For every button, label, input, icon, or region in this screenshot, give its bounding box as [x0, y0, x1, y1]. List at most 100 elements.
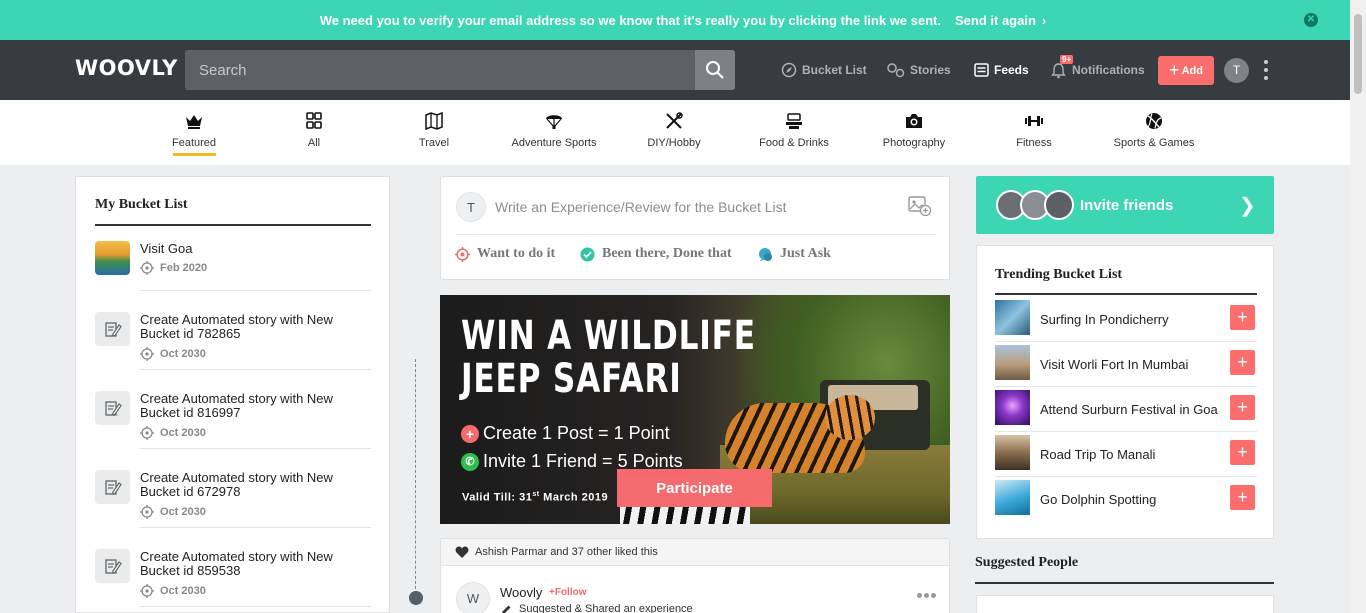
- composer-input[interactable]: Write an Experience/Review for the Bucke…: [495, 199, 787, 215]
- category-photography[interactable]: Photography: [854, 100, 974, 165]
- bucket-item-title: Create Automated story with New Bucket i…: [140, 391, 333, 420]
- parachute-icon: [546, 115, 562, 129]
- invite-friends-button[interactable]: Invite friends ❯: [976, 176, 1274, 234]
- search-icon: [706, 61, 724, 79]
- been-there-option[interactable]: Been there, Done that: [580, 246, 732, 262]
- category-travel[interactable]: Travel: [374, 100, 494, 165]
- bucket-item-date: Oct 2030: [140, 426, 206, 440]
- search-bar: [185, 50, 735, 90]
- grid-icon: [306, 112, 322, 129]
- sunburn-thumbnail: [995, 390, 1030, 425]
- story-thumbnail: [95, 470, 130, 504]
- close-banner-icon[interactable]: ✕: [1304, 13, 1318, 27]
- nav-feeds[interactable]: Feeds: [974, 60, 1029, 80]
- post-author-avatar[interactable]: W: [456, 582, 490, 613]
- nav-stories[interactable]: Stories: [887, 60, 951, 80]
- category-adventure-sports[interactable]: Adventure Sports: [494, 100, 614, 165]
- add-to-bucket-button[interactable]: +: [1230, 440, 1255, 465]
- category-label: Featured: [171, 137, 217, 149]
- edit-icon: [104, 559, 122, 574]
- item-divider: [140, 369, 371, 370]
- target-icon: [140, 426, 154, 440]
- category-label: Photography: [882, 137, 946, 149]
- feeds-icon: [974, 63, 989, 77]
- liked-by-bar[interactable]: Ashish Parmar and 37 other liked this: [441, 539, 949, 566]
- item-divider: [140, 527, 371, 528]
- trending-item[interactable]: Go Dolphin Spotting +: [995, 471, 1257, 516]
- follow-button[interactable]: +Follow: [549, 587, 587, 598]
- bucket-item-date: Oct 2030: [140, 584, 206, 598]
- chat-icon: [759, 247, 772, 261]
- invite-friends-label: Invite friends: [1080, 197, 1174, 214]
- map-icon: [425, 112, 443, 130]
- trending-item[interactable]: Attend Surburn Festival in Goa +: [995, 381, 1257, 432]
- just-ask-option[interactable]: Just Ask: [758, 246, 831, 262]
- tools-icon: [666, 112, 683, 129]
- participate-button[interactable]: Participate: [617, 469, 772, 507]
- category-featured[interactable]: Featured: [134, 100, 254, 165]
- add-to-bucket-button[interactable]: +: [1230, 395, 1255, 420]
- trending-item[interactable]: Road Trip To Manali +: [995, 426, 1257, 477]
- plus-icon: +: [1169, 60, 1180, 80]
- dolphin-thumbnail: [995, 480, 1030, 515]
- woovly-logo[interactable]: WOOVLY: [75, 56, 178, 80]
- add-to-bucket-button[interactable]: +: [1230, 485, 1255, 510]
- bucket-item-date: Oct 2030: [140, 505, 206, 519]
- category-label: Travel: [418, 137, 450, 149]
- story-thumbnail: [95, 391, 130, 425]
- user-avatar[interactable]: T: [1224, 58, 1249, 83]
- notification-badge: 9+: [1060, 55, 1074, 64]
- surfing-thumbnail: [995, 300, 1030, 335]
- nav-notifications[interactable]: 9+ Notifications: [1050, 55, 1145, 80]
- add-button[interactable]: + Add: [1158, 56, 1214, 85]
- post-subtitle: Suggested & Shared an experience: [501, 603, 693, 613]
- story-thumbnail: [95, 549, 130, 583]
- trending-item[interactable]: Surfing In Pondicherry +: [995, 291, 1257, 342]
- trending-title: Trending Bucket List: [995, 267, 1123, 282]
- post-options-icon[interactable]: [915, 593, 936, 598]
- add-photo-icon[interactable]: [908, 195, 932, 217]
- category-label: Sports & Games: [1113, 137, 1195, 149]
- page-scrollbar[interactable]: [1350, 0, 1366, 613]
- category-bar: Featured All Travel Adventure Sports DIY…: [0, 100, 1350, 165]
- category-label: DIY/Hobby: [647, 137, 701, 149]
- worli-fort-thumbnail: [995, 345, 1030, 380]
- search-button[interactable]: [695, 50, 735, 90]
- trending-item-name: Visit Worli Fort In Mumbai: [1040, 357, 1189, 372]
- nav-bucket-list[interactable]: Bucket List: [781, 60, 867, 80]
- trending-item[interactable]: Visit Worli Fort In Mumbai +: [995, 336, 1257, 387]
- bucket-item-title: Create Automated story with New Bucket i…: [140, 470, 333, 499]
- my-bucket-list-title: My Bucket List: [95, 197, 188, 212]
- category-diy-hobby[interactable]: DIY/Hobby: [614, 100, 734, 165]
- target-icon: [455, 246, 470, 262]
- nav-stories-label: Stories: [910, 63, 951, 77]
- chevron-right-icon[interactable]: ›: [1042, 13, 1046, 28]
- add-to-bucket-button[interactable]: +: [1230, 305, 1255, 330]
- category-sports-games[interactable]: Sports & Games: [1094, 100, 1214, 165]
- target-icon: [140, 584, 154, 598]
- tiger-head: [825, 395, 875, 440]
- heart-icon: [455, 546, 469, 558]
- bucket-item-title: Create Automated story with New Bucket i…: [140, 312, 333, 341]
- post-composer: T Write an Experience/Review for the Buc…: [440, 176, 950, 280]
- category-fitness[interactable]: Fitness: [974, 100, 1094, 165]
- category-label: Adventure Sports: [511, 137, 597, 149]
- whatsapp-icon: ✆: [461, 452, 479, 471]
- category-all[interactable]: All: [254, 100, 374, 165]
- more-menu-icon[interactable]: [1262, 60, 1270, 80]
- item-divider: [140, 448, 371, 449]
- post-author-name[interactable]: Woovly: [500, 585, 542, 600]
- promo-headline: WIN A WILDLIFE JEEP SAFARI: [461, 313, 756, 402]
- category-label: All: [307, 137, 321, 149]
- category-food-drinks[interactable]: Food & Drinks: [734, 100, 854, 165]
- camera-icon: [906, 114, 922, 128]
- edit-icon: [104, 322, 122, 337]
- add-to-bucket-button[interactable]: +: [1230, 350, 1255, 375]
- send-again-link[interactable]: Send it again: [955, 13, 1036, 28]
- wildlife-safari-promo[interactable]: WIN A WILDLIFE JEEP SAFARI + Create 1 Po…: [440, 295, 950, 524]
- search-input[interactable]: [185, 50, 695, 90]
- scrollbar-thumb[interactable]: [1354, 14, 1362, 94]
- pencil-icon: [502, 605, 511, 613]
- want-to-do-it-option[interactable]: Want to do it: [455, 246, 555, 262]
- trending-bucket-list-panel: Trending Bucket List Surfing In Pondiche…: [976, 245, 1274, 539]
